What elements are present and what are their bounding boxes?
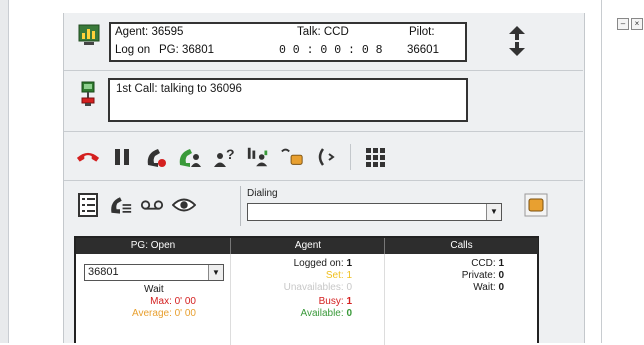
separator (64, 180, 583, 181)
call-status-text: 1st Call: talking to 36096 (116, 83, 242, 95)
help-request-button[interactable]: ? (212, 144, 236, 170)
unavailable-value: 0 (346, 282, 352, 293)
supervise-button[interactable] (172, 192, 196, 218)
logged-on-value: 1 (346, 258, 352, 269)
column-divider (230, 254, 231, 345)
swap-call-button[interactable] (314, 144, 338, 170)
dialing-panel: Dialing ▼ (240, 186, 511, 226)
column-divider (384, 254, 385, 345)
minimize-button[interactable]: – (617, 18, 629, 30)
dialpad-button[interactable] (363, 144, 387, 170)
available-stat: Available: 0 (246, 308, 352, 319)
logon-label: Log on (115, 44, 151, 56)
queue-icon (281, 148, 303, 165)
left-edge (0, 0, 9, 343)
private-label: Private: (461, 270, 496, 281)
set-stat: Set: 1 (246, 270, 352, 281)
unavailable-stat: Unavailables: 0 (246, 282, 352, 293)
pg-selected-value: 36801 (88, 266, 119, 278)
call-phone-icon (81, 81, 95, 106)
average-wait: Average: 0' 00 (116, 308, 196, 319)
voicemail-icon (140, 200, 164, 210)
chevron-down-icon[interactable]: ▼ (208, 265, 223, 280)
max-label: Max: (150, 296, 172, 307)
pilot-label: Pilot: (409, 26, 435, 38)
call-toolbar: ? (76, 141, 387, 173)
busy-value: 1 (346, 296, 352, 307)
max-wait: Max: 0' 00 (116, 296, 196, 307)
transfer-button[interactable] (144, 144, 168, 170)
hang-up-icon (76, 152, 100, 162)
pg-select[interactable]: 36801 ▼ (84, 264, 224, 281)
set-label: Set: (325, 270, 344, 281)
close-button[interactable]: × (631, 18, 643, 30)
wait-stat: Wait: 0 (406, 282, 504, 293)
chevron-down-icon[interactable]: ▼ (486, 204, 501, 220)
busy-stat: Busy: 1 (246, 296, 352, 307)
queue-button[interactable] (280, 144, 304, 170)
pilot-value: 36601 (407, 44, 439, 56)
eye-icon (172, 198, 196, 212)
agent-status-icon[interactable] (78, 24, 100, 46)
hang-up-button[interactable] (76, 144, 100, 170)
call-status-box: 1st Call: talking to 36096 (108, 78, 468, 122)
hold-button[interactable] (110, 144, 134, 170)
directory-button[interactable] (76, 192, 100, 218)
talk-status: Talk: CCD (297, 26, 349, 38)
svg-text:?: ? (226, 146, 235, 162)
agent-header: Agent (230, 238, 385, 254)
logged-on-stat: Logged on: 1 (246, 258, 352, 269)
pg-header: PG: Open (76, 238, 230, 254)
conference-icon (247, 147, 268, 167)
available-label: Available: (300, 308, 344, 319)
unavailable-label: Unavailables: (283, 282, 344, 293)
queue-status-icon[interactable] (524, 193, 548, 217)
stats-panel: PG: Open Agent Calls 36801 ▼ Wait Max: 0… (74, 236, 539, 345)
utility-toolbar (76, 185, 196, 225)
logged-on-label: Logged on: (293, 258, 344, 269)
busy-label: Busy: (318, 296, 344, 307)
list-icon (78, 193, 98, 217)
agent-info-box: Agent: 36595 Log on PG: 36801 Talk: CCD … (109, 22, 467, 62)
hold-icon (115, 149, 129, 165)
ccd-label: CCD: (471, 258, 496, 269)
ccd-stat: CCD: 1 (406, 258, 504, 269)
average-label: Average: (132, 308, 172, 319)
max-value: 0' 00 (174, 296, 196, 307)
swap-arrows-icon[interactable] (505, 24, 529, 58)
voicemail-button[interactable] (140, 192, 164, 218)
divider (601, 0, 602, 343)
toolbar-divider (350, 144, 351, 170)
consult-button[interactable] (178, 144, 202, 170)
call-timer: 0 0 : 0 0 : 0 8 (279, 44, 383, 57)
consult-call-icon (179, 149, 201, 167)
private-stat: Private: 0 (406, 270, 504, 281)
private-value: 0 (498, 270, 504, 281)
available-value: 0 (346, 308, 352, 319)
help-request-icon: ? (214, 146, 235, 167)
call-log-button[interactable] (108, 192, 132, 218)
separator (64, 70, 583, 71)
separator (64, 131, 583, 132)
wait-label: Wait: (473, 282, 496, 293)
conference-button[interactable] (246, 144, 270, 170)
swap-icon (318, 148, 335, 166)
dialing-label: Dialing (247, 188, 278, 199)
dialpad-icon (366, 148, 385, 167)
wait-value: 0 (498, 282, 504, 293)
ccd-value: 1 (498, 258, 504, 269)
window-controls: – × (617, 18, 643, 30)
phone-list-icon (111, 197, 132, 214)
agent-id: Agent: 36595 (115, 26, 184, 38)
average-value: 0' 00 (174, 308, 196, 319)
pg-status: Wait (144, 284, 164, 295)
dialing-input[interactable]: ▼ (247, 203, 502, 221)
calls-header: Calls (384, 238, 538, 254)
transfer-call-icon (147, 149, 166, 167)
set-value: 1 (346, 270, 352, 281)
pg-label: PG: 36801 (159, 44, 214, 56)
